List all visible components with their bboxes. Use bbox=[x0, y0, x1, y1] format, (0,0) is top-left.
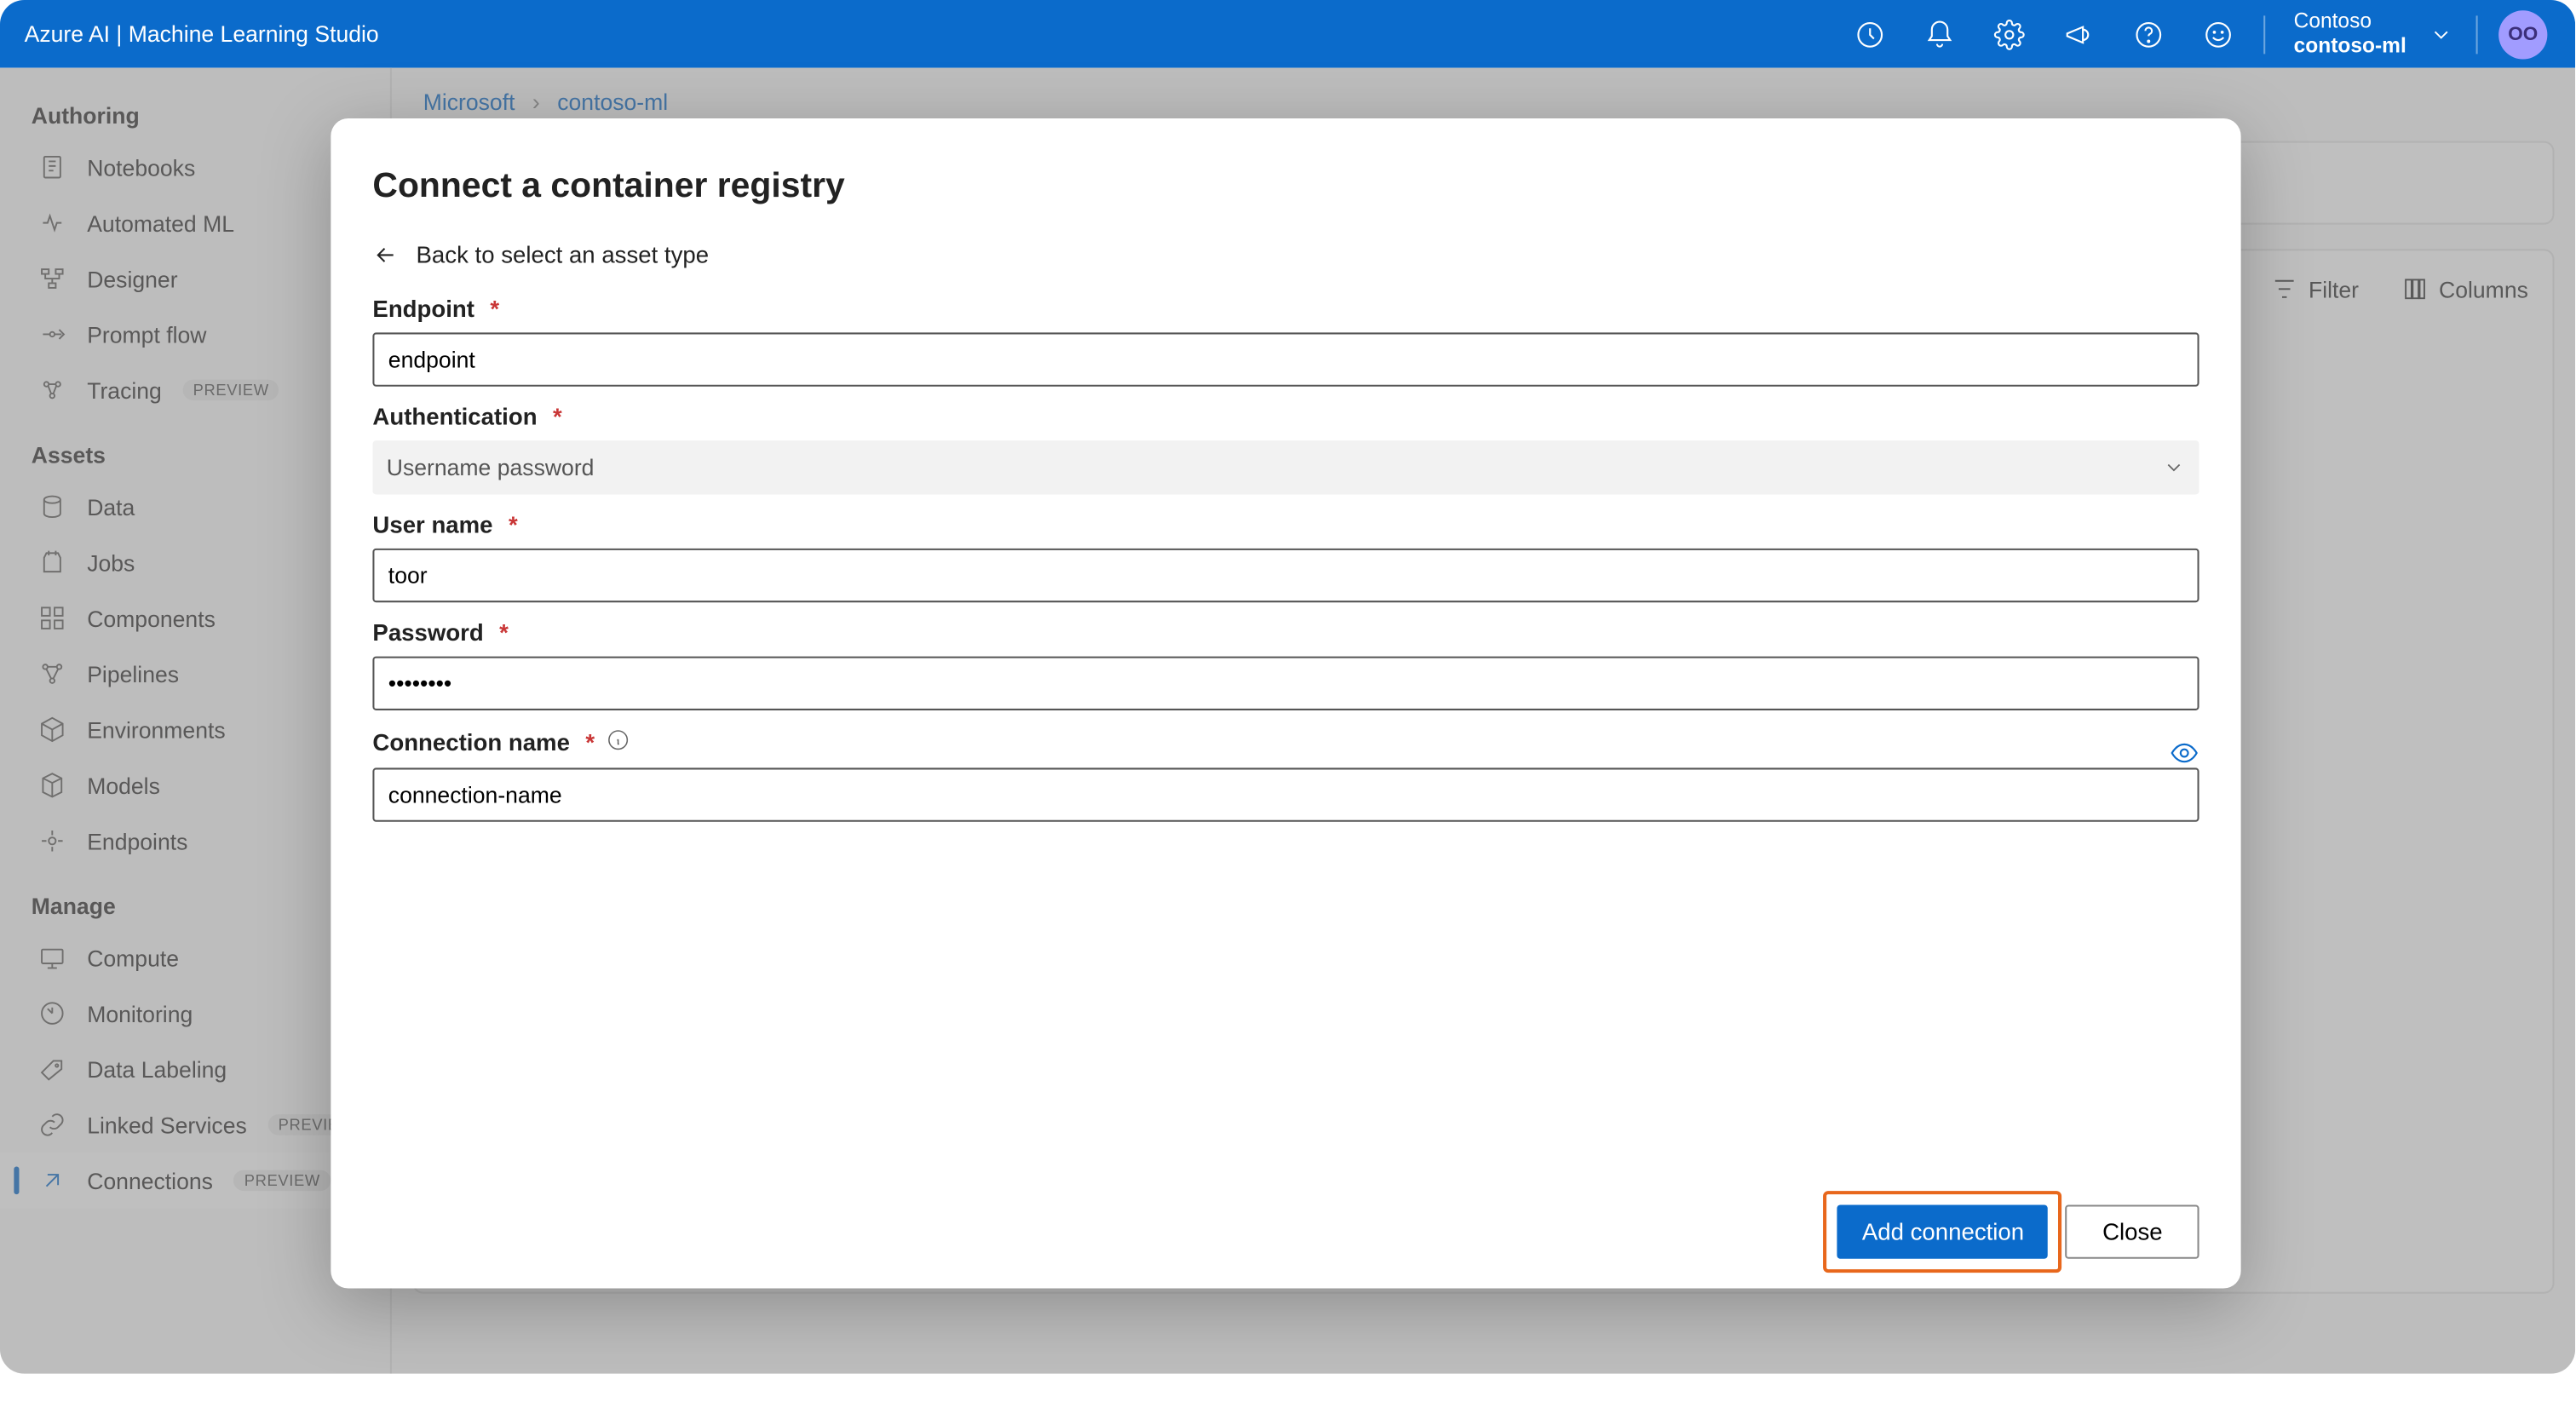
breadcrumb-root[interactable]: Microsoft bbox=[423, 88, 515, 114]
chevron-right-icon: › bbox=[532, 88, 540, 114]
announcements-icon[interactable] bbox=[2044, 0, 2114, 68]
endpoint-label: Endpoint* bbox=[372, 296, 2199, 322]
filter-button[interactable]: Filter bbox=[2270, 275, 2359, 303]
workspace-name: contoso-ml bbox=[2294, 34, 2406, 57]
password-label: Password* bbox=[372, 620, 2199, 647]
feedback-icon[interactable] bbox=[2184, 0, 2254, 68]
password-input[interactable] bbox=[372, 657, 2199, 710]
chevron-down-icon[interactable] bbox=[2417, 22, 2465, 47]
chevron-down-icon bbox=[2163, 457, 2186, 480]
arrow-left-icon bbox=[372, 242, 399, 268]
topbar-actions: Contoso contoso-ml OO bbox=[1836, 0, 2575, 68]
breadcrumb: Microsoft › contoso-ml bbox=[392, 68, 2575, 120]
preview-badge: PREVIEW bbox=[182, 380, 279, 401]
modal-title: Connect a container registry bbox=[331, 167, 2240, 207]
breadcrumb-current[interactable]: contoso-ml bbox=[557, 88, 668, 114]
preview-badge: PREVIEW bbox=[233, 1170, 331, 1192]
avatar[interactable]: OO bbox=[2498, 9, 2547, 58]
connection-name-input[interactable] bbox=[372, 767, 2199, 821]
connect-registry-modal: Connect a container registry Back to sel… bbox=[331, 118, 2240, 1289]
workspace-selector[interactable]: Contoso contoso-ml bbox=[2276, 0, 2417, 68]
close-button[interactable]: Close bbox=[2066, 1204, 2199, 1257]
recent-icon[interactable] bbox=[1836, 0, 1906, 68]
columns-button[interactable]: Columns bbox=[2401, 275, 2528, 303]
username-label: User name* bbox=[372, 512, 2199, 538]
connection-name-label: Connection name* bbox=[372, 727, 2199, 757]
top-bar: Azure AI | Machine Learning Studio Conto… bbox=[0, 0, 2575, 68]
add-connection-button[interactable]: Add connection bbox=[1837, 1204, 2048, 1257]
back-button[interactable]: Back to select an asset type bbox=[372, 242, 709, 268]
authentication-label: Authentication* bbox=[372, 404, 2199, 430]
app-title: Azure AI | Machine Learning Studio bbox=[25, 21, 379, 48]
help-icon[interactable] bbox=[2114, 0, 2184, 68]
settings-icon[interactable] bbox=[1975, 0, 2045, 68]
username-input[interactable] bbox=[372, 549, 2199, 602]
authentication-select[interactable]: Username password bbox=[372, 440, 2199, 494]
visibility-toggle-icon[interactable] bbox=[2170, 739, 2199, 777]
workspace-tenant: Contoso bbox=[2294, 11, 2406, 34]
info-icon[interactable] bbox=[605, 727, 630, 757]
notifications-icon[interactable] bbox=[1906, 0, 1975, 68]
endpoint-input[interactable] bbox=[372, 332, 2199, 386]
